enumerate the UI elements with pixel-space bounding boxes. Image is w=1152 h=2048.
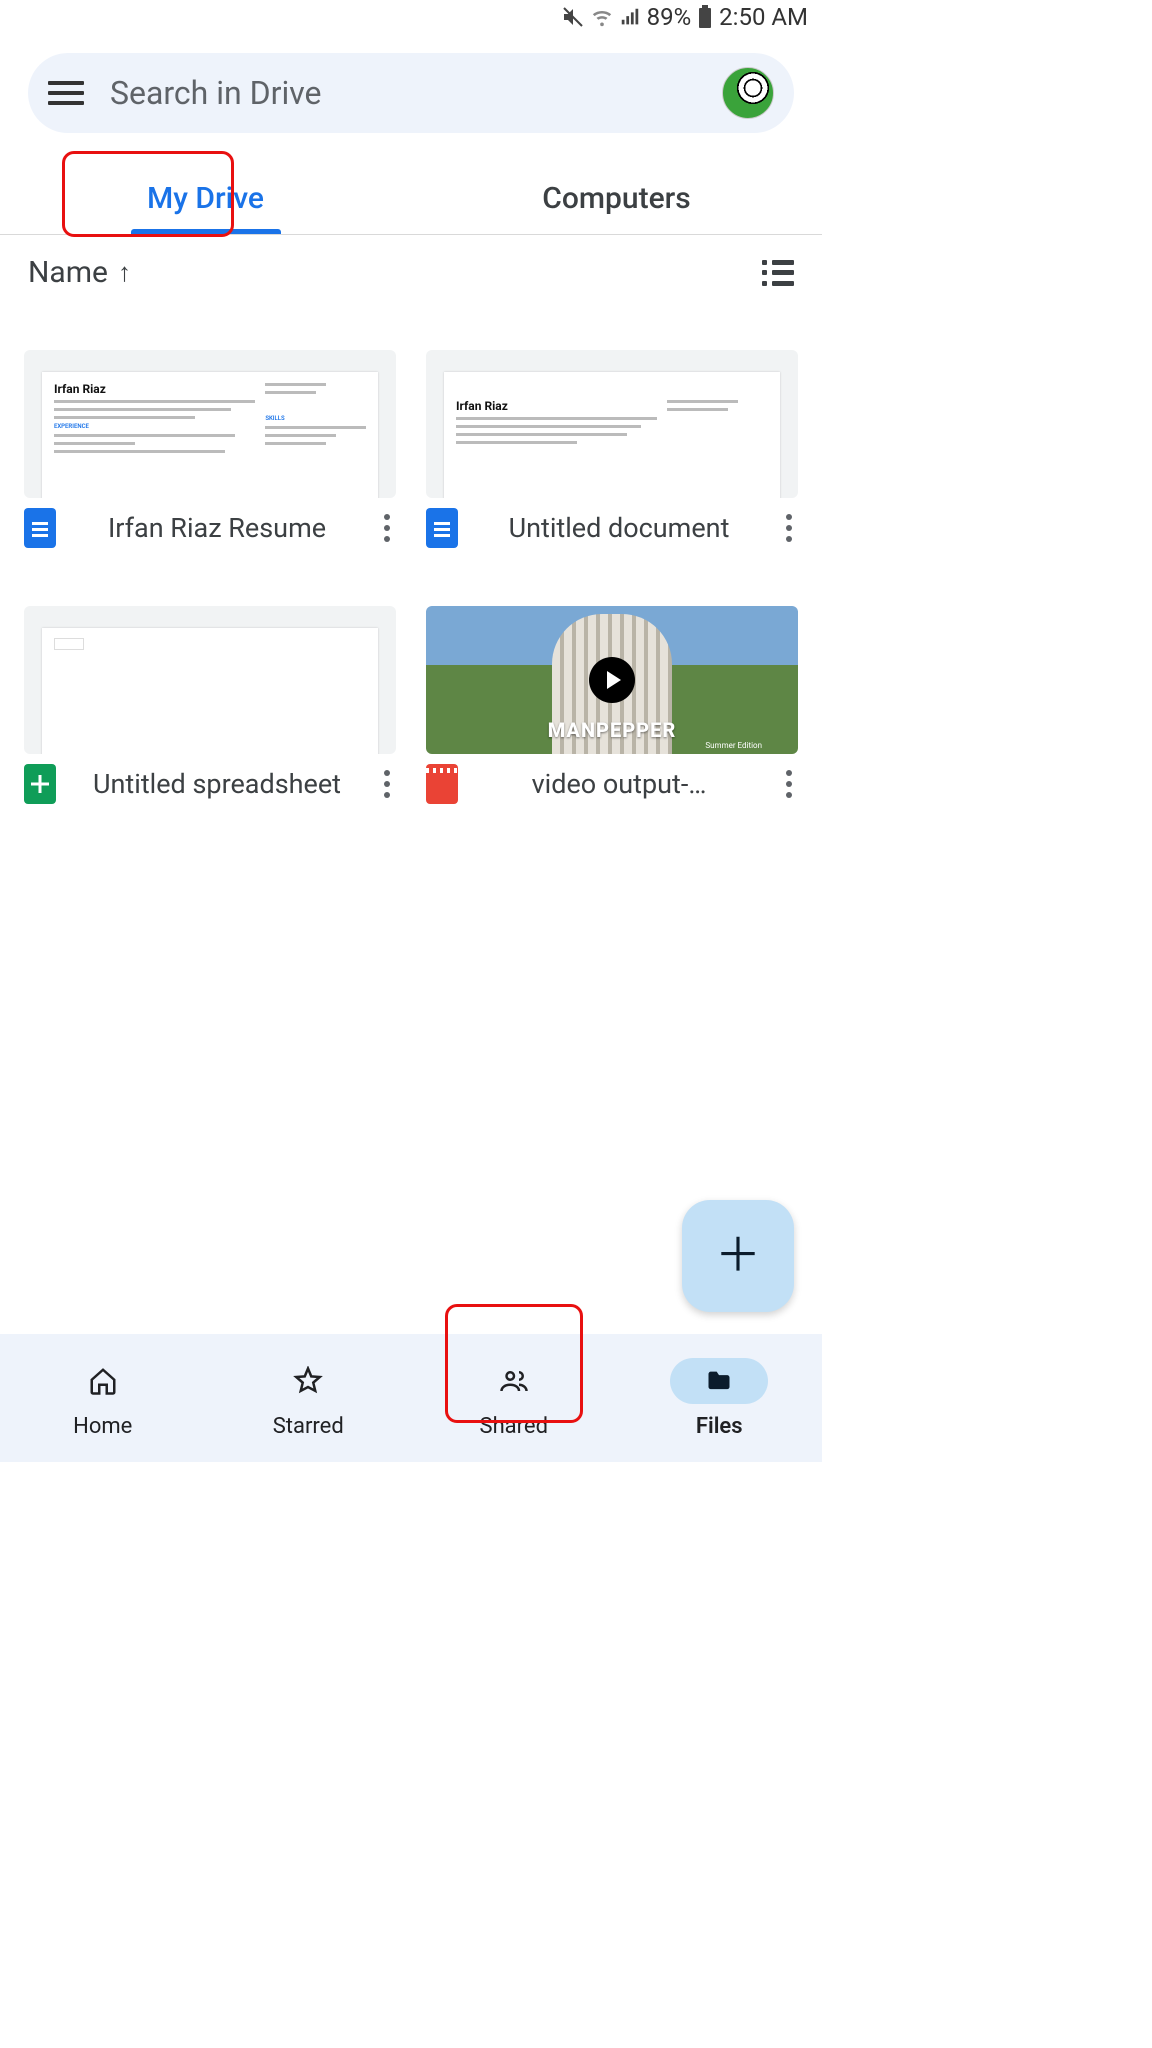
video-icon [426, 764, 458, 804]
nav-files[interactable]: Files [617, 1334, 823, 1462]
plus-icon: ＋ [715, 1233, 761, 1279]
clock: 2:50 AM [719, 3, 808, 31]
nav-label: Files [696, 1414, 743, 1439]
docs-icon [24, 508, 56, 548]
mute-icon [561, 5, 585, 29]
battery-icon [697, 5, 713, 29]
file-card[interactable]: Irfan Riaz Untitled document [426, 350, 798, 548]
new-button[interactable]: ＋ [682, 1200, 794, 1312]
nav-home[interactable]: Home [0, 1334, 206, 1462]
home-icon [84, 1364, 122, 1398]
nav-label: Home [73, 1414, 132, 1439]
bottom-nav: Home Starred Shared Files [0, 1334, 822, 1462]
file-name: video output-… [472, 768, 766, 800]
tab-computers[interactable]: Computers [411, 163, 822, 234]
nav-label: Starred [273, 1414, 344, 1439]
sort-arrow-icon: ↑ [118, 257, 131, 288]
folder-icon [700, 1364, 738, 1398]
file-thumbnail: Irfan Riaz [426, 350, 798, 498]
sort-row: Name ↑ [0, 235, 822, 294]
avatar[interactable] [722, 67, 774, 119]
file-card[interactable]: MANPEPPER Summer Edition video output-… [426, 606, 798, 804]
wifi-icon [591, 6, 613, 28]
search-placeholder: Search in Drive [110, 74, 722, 112]
nav-label: Shared [480, 1414, 548, 1439]
play-icon [589, 657, 635, 703]
file-thumbnail: MANPEPPER Summer Edition [426, 606, 798, 754]
battery-percent: 89% [647, 3, 692, 31]
nav-shared[interactable]: Shared [411, 1334, 617, 1462]
more-options-icon[interactable] [780, 764, 798, 804]
sort-label: Name [28, 255, 108, 290]
docs-icon [426, 508, 458, 548]
people-icon [495, 1364, 533, 1398]
more-options-icon[interactable] [378, 508, 396, 548]
sheets-icon [24, 764, 56, 804]
list-view-icon[interactable] [762, 260, 794, 286]
search-bar[interactable]: Search in Drive [28, 53, 794, 133]
file-card[interactable]: Untitled spreadsheet [24, 606, 396, 804]
status-bar: 89% 2:50 AM [0, 0, 822, 34]
file-thumbnail: Irfan Riaz EXPERIENCE SKILLS [24, 350, 396, 498]
tab-my-drive[interactable]: My Drive [0, 163, 411, 234]
more-options-icon[interactable] [378, 764, 396, 804]
file-grid: Irfan Riaz EXPERIENCE SKILLS Irfan Riaz … [0, 294, 822, 804]
tabs: My Drive Computers [0, 163, 822, 235]
more-options-icon[interactable] [780, 508, 798, 548]
file-card[interactable]: Irfan Riaz EXPERIENCE SKILLS Irfan Riaz … [24, 350, 396, 548]
menu-icon[interactable] [48, 75, 84, 111]
nav-starred[interactable]: Starred [206, 1334, 412, 1462]
file-thumbnail [24, 606, 396, 754]
file-name: Irfan Riaz Resume [70, 512, 364, 544]
signal-icon [619, 6, 641, 28]
star-icon [289, 1364, 327, 1398]
file-name: Untitled spreadsheet [70, 768, 364, 800]
file-name: Untitled document [472, 512, 766, 544]
sort-button[interactable]: Name ↑ [28, 255, 131, 290]
